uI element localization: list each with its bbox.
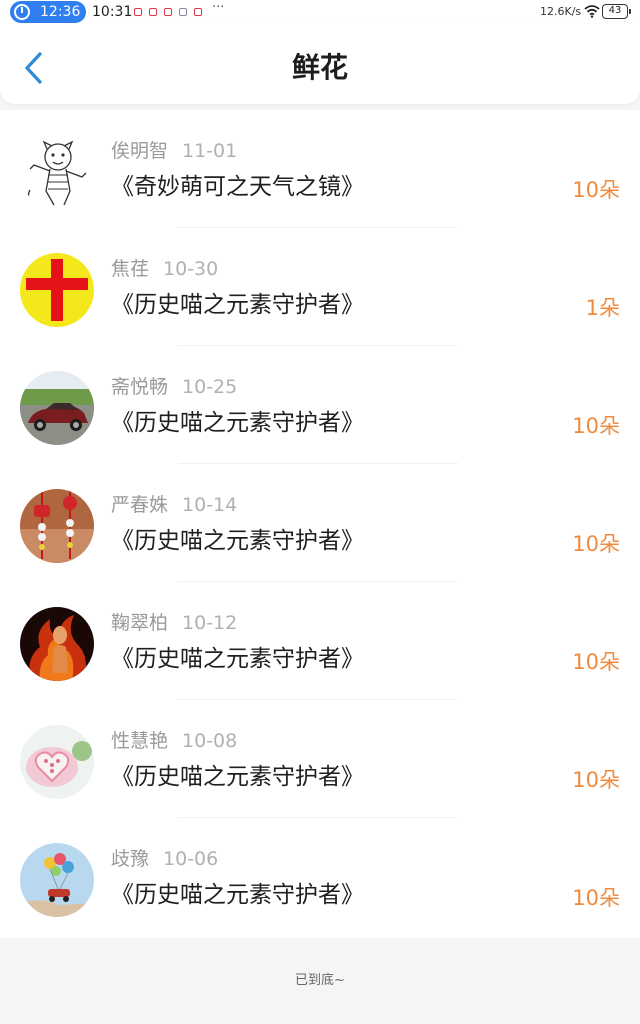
flower-list: 俟明智 11-01 《奇妙萌可之天气之镜》 10朵 焦荏 10-30 《历史喵之元素… (0, 110, 640, 938)
battery-indicator: 43 (602, 4, 631, 19)
item-meta: 性慧艳 10-08 (111, 729, 237, 753)
list-item[interactable]: 歧豫 10-06 《历史喵之元素守护者》 10朵 (0, 818, 640, 936)
send-date: 10-25 (182, 376, 238, 398)
sender-name: 严春姝 (111, 494, 169, 516)
red-cross-icon (20, 253, 94, 327)
heart-cake-photo-icon (20, 725, 94, 799)
flower-count: 10朵 (572, 178, 620, 202)
list-item[interactable]: 鞠翠柏 10-12 《历史喵之元素守护者》 10朵 (0, 582, 640, 700)
flower-count: 1朵 (585, 296, 620, 320)
work-title[interactable]: 《历史喵之元素守护者》 (111, 880, 364, 910)
end-of-list-text: 已到底~ (295, 973, 345, 988)
flower-count: 10朵 (572, 886, 620, 910)
send-date: 10-08 (182, 730, 238, 752)
car-photo-icon (20, 371, 94, 445)
avatar[interactable] (20, 607, 94, 681)
sender-name: 俟明智 (111, 140, 169, 162)
flower-count: 10朵 (572, 650, 620, 674)
avatar[interactable] (20, 135, 94, 209)
avatar[interactable] (20, 725, 94, 799)
app-notification-icon (194, 8, 202, 16)
sender-name: 焦荏 (111, 258, 150, 280)
avatar[interactable] (20, 489, 94, 563)
flower-count: 10朵 (572, 768, 620, 792)
status-clock: 10:31 (92, 4, 133, 20)
timer-text: 12:36 (40, 4, 81, 20)
work-title[interactable]: 《历史喵之元素守护者》 (111, 408, 364, 438)
avatar[interactable] (20, 843, 94, 917)
work-title[interactable]: 《历史喵之元素守护者》 (111, 762, 364, 792)
work-title[interactable]: 《历史喵之元素守护者》 (111, 526, 364, 556)
item-meta: 斋悦畅 10-25 (111, 375, 237, 399)
work-title[interactable]: 《奇妙萌可之天气之镜》 (111, 172, 364, 202)
work-title[interactable]: 《历史喵之元素守护者》 (111, 644, 364, 674)
app-notification-icon (164, 8, 172, 16)
wifi-icon (584, 5, 600, 18)
tiger-cartoon-icon (20, 135, 94, 209)
sender-name: 歧豫 (111, 848, 150, 870)
sender-name: 性慧艳 (111, 730, 169, 752)
network-speed: 12.6K/s (540, 5, 582, 18)
list-item[interactable]: 性慧艳 10-08 《历史喵之元素守护者》 10朵 (0, 700, 640, 818)
chinese-knot-photo-icon (20, 489, 94, 563)
list-item[interactable]: 俟明智 11-01 《奇妙萌可之天气之镜》 10朵 (0, 110, 640, 228)
sender-name: 鞠翠柏 (111, 612, 169, 634)
app-notification-icon (134, 8, 142, 16)
app-notification-icon (149, 8, 157, 16)
list-item[interactable]: 严春姝 10-14 《历史喵之元素守护者》 10朵 (0, 464, 640, 582)
sender-name: 斋悦畅 (111, 376, 169, 398)
work-title[interactable]: 《历史喵之元素守护者》 (111, 290, 364, 320)
list-item[interactable]: 焦荏 10-30 《历史喵之元素守护者》 1朵 (0, 228, 640, 346)
item-meta: 歧豫 10-06 (111, 847, 218, 871)
avatar[interactable] (20, 371, 94, 445)
stopwatch-icon (14, 4, 30, 20)
flower-count: 10朵 (572, 414, 620, 438)
more-notifications-icon: ··· (212, 0, 225, 15)
avatar[interactable] (20, 253, 94, 327)
send-date: 10-30 (163, 258, 219, 280)
item-meta: 严春姝 10-14 (111, 493, 237, 517)
fire-woman-photo-icon (20, 607, 94, 681)
item-meta: 俟明智 11-01 (111, 139, 237, 163)
send-date: 10-06 (163, 848, 219, 870)
app-notification-icon (179, 8, 187, 16)
item-meta: 鞠翠柏 10-12 (111, 611, 237, 635)
notification-icons (134, 8, 202, 16)
list-item[interactable]: 斋悦畅 10-25 《历史喵之元素守护者》 10朵 (0, 346, 640, 464)
page-header: 鲜花 (0, 24, 640, 104)
send-date: 10-12 (182, 612, 238, 634)
status-bar: 12:36 10:31 ··· 12.6K/s 43 (0, 0, 640, 24)
page-title: 鲜花 (291, 51, 348, 84)
timer-pill[interactable]: 12:36 (10, 1, 86, 23)
send-date: 11-01 (182, 140, 238, 162)
send-date: 10-14 (182, 494, 238, 516)
balloon-car-photo-icon (20, 843, 94, 917)
flower-count: 10朵 (572, 532, 620, 556)
item-meta: 焦荏 10-30 (111, 257, 218, 281)
